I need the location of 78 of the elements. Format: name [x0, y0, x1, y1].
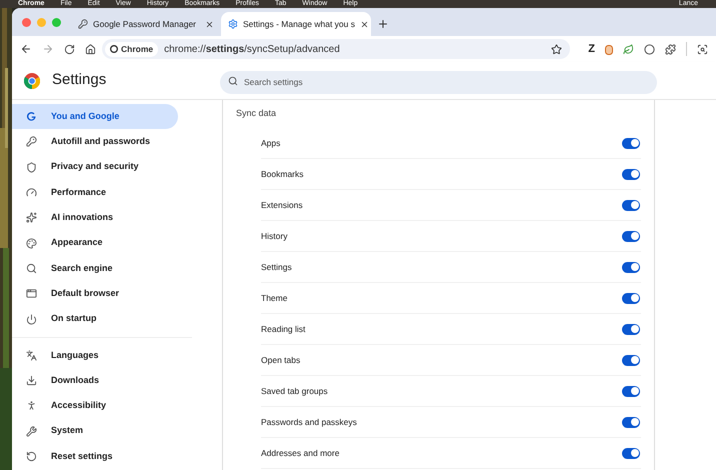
google-g-icon: [26, 111, 37, 122]
home-icon[interactable]: [85, 44, 96, 54]
chrome-icon: [110, 45, 118, 53]
tab-title: Google Password Manager: [93, 18, 196, 30]
palette-icon: [26, 238, 37, 249]
url-text: chrome://settings/syncSetup/advanced: [164, 42, 341, 56]
sync-item-label: Saved tab groups: [261, 384, 328, 398]
download-icon: [26, 375, 37, 386]
leaf-icon[interactable]: [623, 44, 634, 54]
sync-item-label: History: [261, 230, 288, 242]
puzzle-icon[interactable]: [665, 44, 676, 54]
toggle-switch[interactable]: [622, 324, 640, 334]
search-field[interactable]: Search settings: [220, 70, 657, 94]
toggle-switch[interactable]: [622, 138, 640, 148]
toggle-switch[interactable]: [622, 386, 640, 396]
toggle-switch[interactable]: [622, 292, 640, 304]
sidebar-item[interactable]: Downloads: [12, 368, 178, 394]
tab-title: Settings - Manage what you s: [243, 18, 355, 30]
toggle-switch[interactable]: [622, 354, 640, 366]
sidebar-item[interactable]: Privacy and security: [12, 154, 178, 180]
toggle-switch[interactable]: [622, 416, 640, 428]
back-icon[interactable]: [20, 43, 32, 55]
new-tab-icon[interactable]: [377, 18, 389, 30]
sidebar-item[interactable]: Reset settings: [12, 444, 178, 470]
translate-icon: [26, 350, 37, 361]
shield-icon: [26, 162, 37, 173]
search-icon: [228, 76, 238, 86]
key-icon: [26, 136, 37, 148]
close-icon[interactable]: [360, 20, 369, 28]
extension-icon[interactable]: Z: [588, 40, 595, 58]
page-title: Settings: [52, 70, 106, 90]
search-icon: [26, 262, 37, 274]
sidebar-item[interactable]: Autofill and passwords: [12, 129, 178, 155]
site-chip[interactable]: Chrome: [105, 42, 158, 56]
jar-icon[interactable]: [605, 44, 613, 54]
gauge-icon: [26, 187, 37, 198]
sync-item-label: Open tabs: [261, 354, 300, 366]
window-icon: [26, 288, 37, 300]
browser-tab[interactable]: Settings - Manage what you s: [221, 12, 371, 36]
sidebar-item[interactable]: Appearance: [12, 230, 178, 256]
reload-icon[interactable]: [64, 44, 75, 54]
sync-item-label: Addresses and more: [261, 446, 340, 460]
toggle-switch[interactable]: [622, 448, 640, 458]
person-icon: [26, 400, 37, 412]
toggle-switch[interactable]: [622, 262, 640, 272]
sync-item-label: Reading list: [261, 322, 306, 336]
sidebar-item[interactable]: System: [12, 418, 178, 444]
address-bar[interactable]: Chrome chrome://settings/syncSetup/advanced: [102, 39, 570, 59]
sidebar-item[interactable]: Default browser: [12, 281, 178, 306]
sync-item-label: Passwords and passkeys: [261, 416, 357, 428]
reset-icon: [26, 451, 37, 462]
sync-item-label: Theme: [261, 292, 288, 304]
power-icon: [26, 314, 37, 325]
chrome-logo: [24, 72, 40, 88]
sidebar-item[interactable]: Search engine: [12, 256, 178, 282]
browser-tab[interactable]: Google Password Manager: [71, 12, 221, 36]
toggle-switch[interactable]: [622, 168, 640, 180]
sync-item-label: Apps: [261, 136, 280, 150]
bookmark-star-icon[interactable]: [551, 44, 562, 54]
sidebar-item[interactable]: Languages: [12, 342, 178, 368]
toggle-switch[interactable]: [622, 200, 640, 210]
toggle-switch[interactable]: [622, 230, 640, 242]
key-icon: [78, 19, 88, 29]
sync-item-label: Bookmarks: [261, 168, 304, 180]
wrench-icon: [26, 426, 37, 437]
sync-item-label: Settings: [261, 260, 292, 274]
section-title: Sync data: [236, 107, 278, 120]
sidebar-item[interactable]: Accessibility: [12, 393, 178, 419]
sidebar-item[interactable]: You and Google: [12, 104, 178, 130]
sparkles-icon: [26, 212, 37, 224]
sidebar-item[interactable]: On startup: [12, 306, 178, 332]
circle-icon[interactable]: [644, 44, 655, 54]
sidebar-item[interactable]: Performance: [12, 180, 178, 206]
close-icon[interactable]: [205, 20, 214, 28]
tab-search-icon[interactable]: [697, 44, 708, 54]
sync-item-label: Extensions: [261, 198, 303, 212]
sidebar-item[interactable]: AI innovations: [12, 205, 178, 230]
settings-icon: [228, 19, 238, 29]
